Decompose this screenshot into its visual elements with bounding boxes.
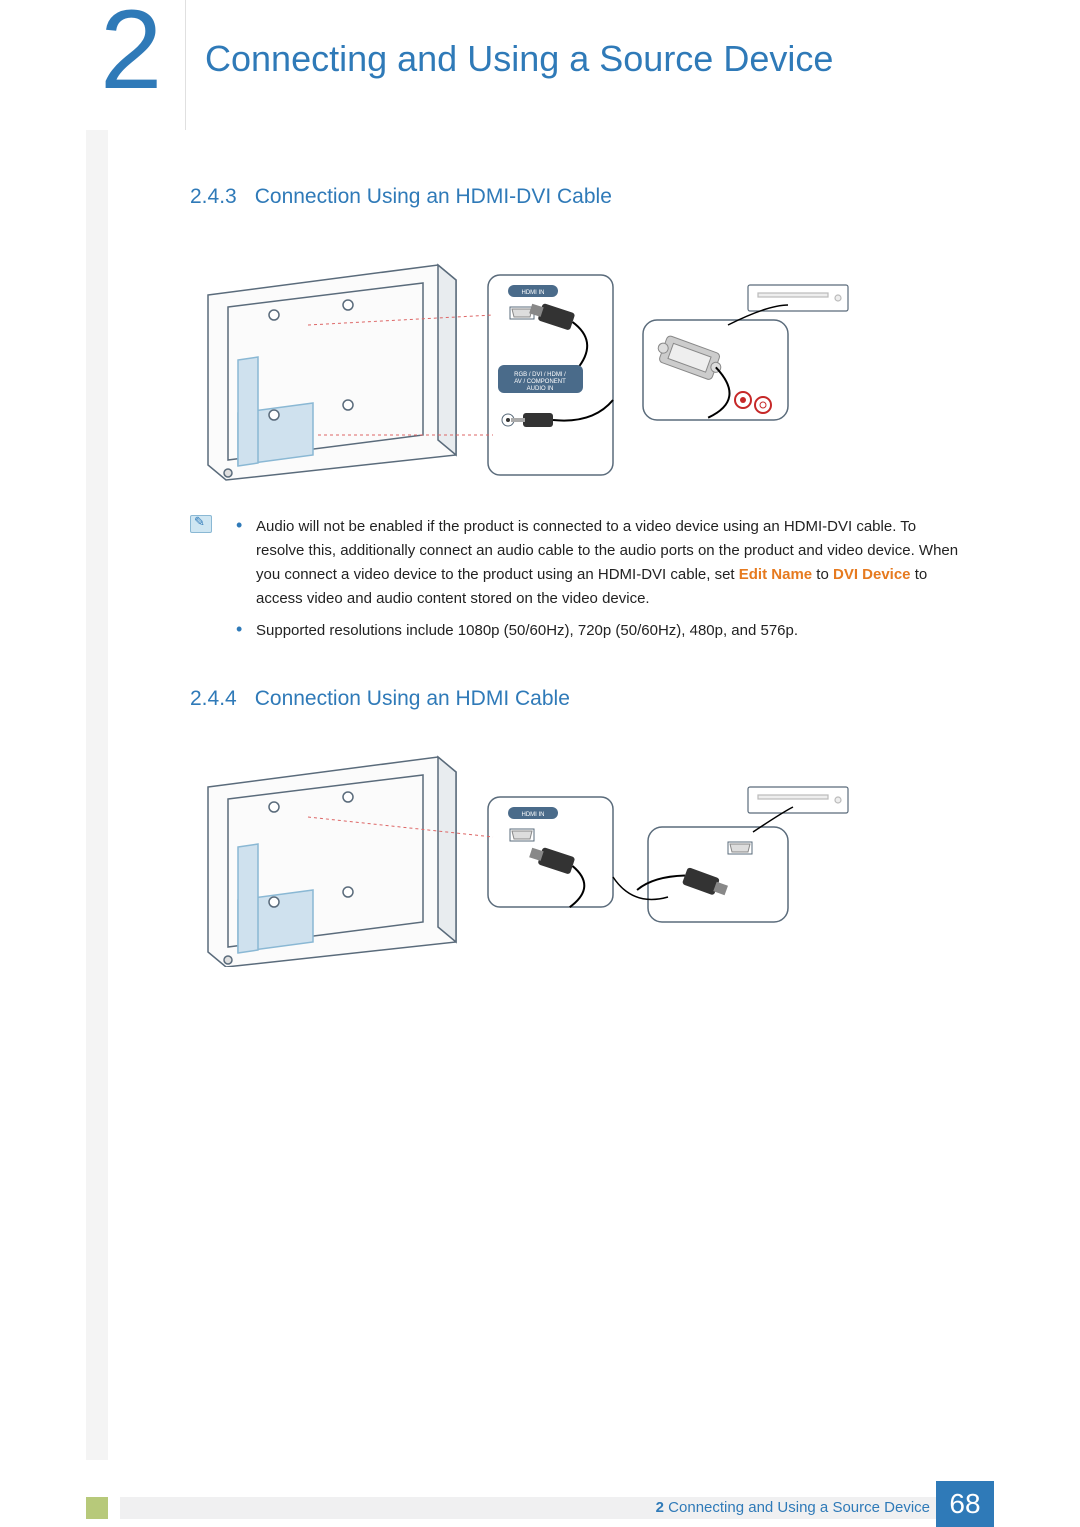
port-label-hdmi-in: HDMI IN (522, 290, 545, 296)
bullet-item: Supported resolutions include 1080p (50/… (236, 619, 960, 643)
port-label-hdmi-in: HDMI IN (522, 812, 545, 818)
footer-accent (86, 1497, 108, 1519)
section-heading-243: 2.4.3 Connection Using an HDMI-DVI Cable (190, 185, 960, 209)
footer-page-number: 68 (936, 1481, 994, 1527)
section-title: Connection Using an HDMI Cable (255, 687, 570, 710)
chapter-title: Connecting and Using a Source Device (205, 38, 833, 80)
section-title: Connection Using an HDMI-DVI Cable (255, 185, 612, 208)
note-bullets: Audio will not be enabled if the product… (236, 515, 960, 651)
chapter-badge: 2 (86, 0, 186, 130)
page-content: 2.4.3 Connection Using an HDMI-DVI Cable (190, 185, 960, 997)
section-heading-244: 2.4.4 Connection Using an HDMI Cable (190, 687, 960, 711)
note-block: Audio will not be enabled if the product… (190, 515, 960, 651)
footer-chapter-ref: 2 (656, 1499, 664, 1516)
svg-text:AUDIO IN: AUDIO IN (527, 386, 554, 392)
svg-text:AV / COMPONENT: AV / COMPONENT (514, 379, 566, 385)
footer-text: 2 Connecting and Using a Source Device (656, 1499, 930, 1516)
page-footer: 2 Connecting and Using a Source Device 6… (86, 1467, 994, 1527)
bullet-item: Audio will not be enabled if the product… (236, 515, 960, 611)
sidebar-stripe (86, 0, 108, 1460)
footer-title: Connecting and Using a Source Device (668, 1499, 930, 1516)
note-icon (190, 515, 212, 533)
chapter-number: 2 (100, 0, 162, 106)
footer-divider (108, 1497, 120, 1519)
section-number: 2.4.4 (190, 687, 237, 710)
section-number: 2.4.3 (190, 185, 237, 208)
diagram-hdmi: HDMI IN (198, 747, 858, 967)
diagram-hdmi-dvi: HDMI IN RGB / DVI / HDMI / AV / COMPONEN… (198, 245, 858, 485)
svg-text:RGB / DVI / HDMI /: RGB / DVI / HDMI / (514, 372, 566, 378)
